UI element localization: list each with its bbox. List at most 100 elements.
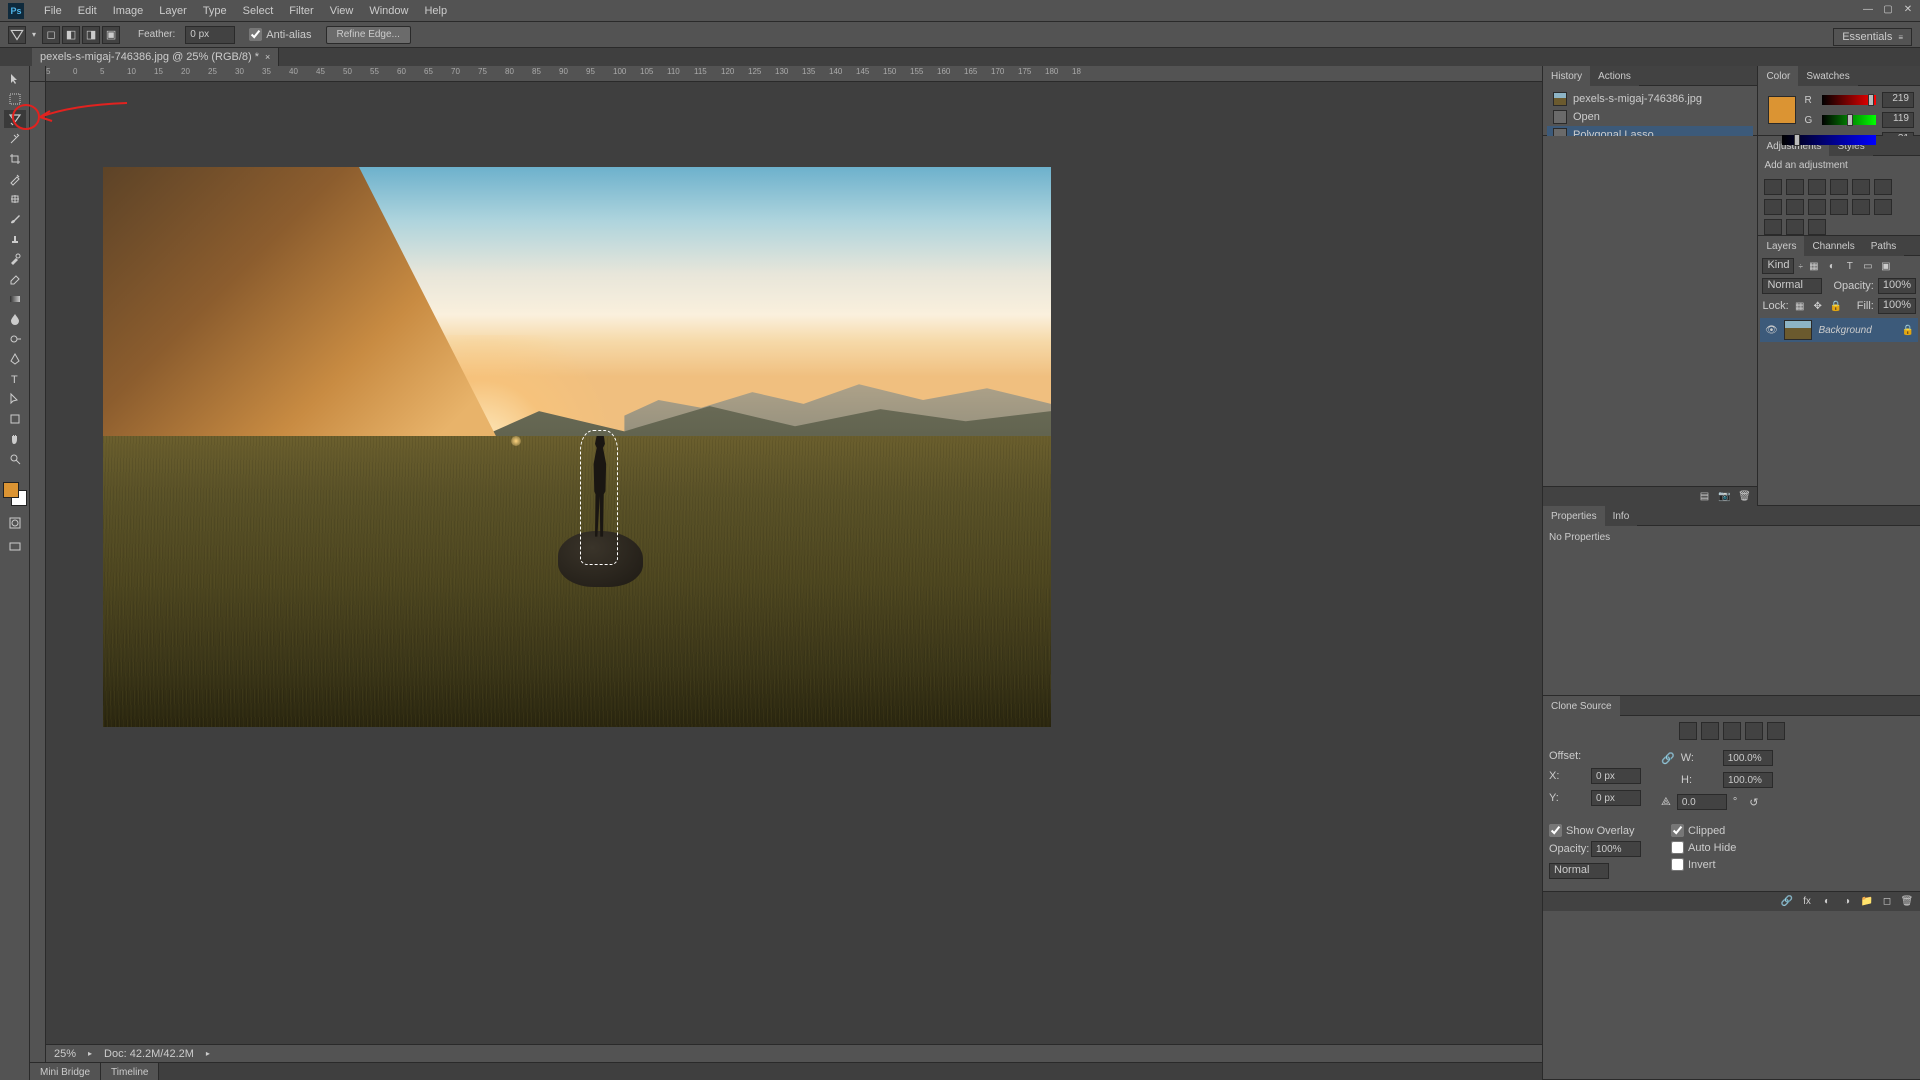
adj-selective-icon[interactable] [1808,219,1826,235]
menu-help[interactable]: Help [416,5,455,17]
ruler-vertical[interactable] [30,82,46,1080]
trash-icon[interactable]: 🗑 [1737,490,1751,504]
invert-checkbox[interactable]: Invert [1671,858,1736,871]
adj-vibrance-icon[interactable] [1852,179,1870,195]
menu-view[interactable]: View [322,5,362,17]
link-wh-icon[interactable]: 🔗 [1661,752,1675,765]
angle-input[interactable] [1677,794,1727,810]
menu-window[interactable]: Window [361,5,416,17]
adj-threshold-icon[interactable] [1764,219,1782,235]
magic-wand-tool[interactable] [4,130,26,148]
offset-x-input[interactable] [1591,768,1641,784]
layer-filter-kind[interactable]: Kind [1762,258,1794,274]
filter-shape-icon[interactable]: ▭ [1861,259,1875,273]
g-slider[interactable] [1822,115,1876,125]
eyedropper-tool[interactable] [4,170,26,188]
tool-preset-icon[interactable] [8,26,26,44]
tab-info[interactable]: Info [1605,506,1638,526]
shape-tool[interactable] [4,410,26,428]
menu-file[interactable]: File [36,5,70,17]
selection-new-icon[interactable]: ◻ [42,26,60,44]
tab-channels[interactable]: Channels [1804,236,1862,256]
zoom-menu-icon[interactable]: ▸ [88,1049,92,1058]
fill-input[interactable]: 100% [1878,298,1916,314]
layer-background[interactable]: 👁 Background 🔒 [1760,318,1918,342]
r-slider[interactable] [1822,95,1876,105]
selection-intersect-icon[interactable]: ▣ [102,26,120,44]
brush-tool[interactable] [4,210,26,228]
adj-exposure-icon[interactable] [1830,179,1848,195]
tab-clone-source[interactable]: Clone Source [1543,696,1620,716]
adj-invert-icon[interactable] [1852,199,1870,215]
zoom-tool[interactable] [4,450,26,468]
lasso-tool[interactable] [4,110,26,128]
doc-info-menu-icon[interactable]: ▸ [206,1049,210,1058]
history-new-doc-icon[interactable]: ▤ [1697,490,1711,504]
selection-subtract-icon[interactable]: ◨ [82,26,100,44]
color-swatches[interactable] [3,482,27,506]
dodge-tool[interactable] [4,330,26,348]
history-snapshot[interactable]: pexels-s-migaj-746386.jpg [1547,90,1753,108]
menu-type[interactable]: Type [195,5,235,17]
workspace-selector[interactable]: Essentials≡ [1833,28,1912,46]
document-image[interactable] [103,167,1051,727]
tab-properties[interactable]: Properties [1543,506,1605,526]
autohide-checkbox[interactable]: Auto Hide [1671,841,1736,854]
tab-swatches[interactable]: Swatches [1798,66,1857,86]
filter-adj-icon[interactable]: ◐ [1825,259,1839,273]
close-icon[interactable]: ✕ [1900,2,1916,16]
fx-icon[interactable]: fx [1800,895,1814,909]
lock-all-icon[interactable]: 🔒 [1829,299,1843,313]
selection-add-icon[interactable]: ◧ [62,26,80,44]
move-tool[interactable] [4,70,26,88]
pen-tool[interactable] [4,350,26,368]
link-layers-icon[interactable]: 🔗 [1780,895,1794,909]
tab-layers[interactable]: Layers [1758,236,1804,256]
lock-pixels-icon[interactable]: ▦ [1793,299,1807,313]
mask-icon[interactable]: ◐ [1820,895,1834,909]
opacity-input[interactable]: 100% [1878,278,1916,294]
cs-opacity-input[interactable] [1591,841,1641,857]
menu-filter[interactable]: Filter [281,5,321,17]
clone-stamp-tool[interactable] [4,230,26,248]
path-selection-tool[interactable] [4,390,26,408]
adj-gradient-map-icon[interactable] [1786,219,1804,235]
delete-layer-icon[interactable]: 🗑 [1900,895,1914,909]
clone-source-3-icon[interactable] [1723,722,1741,740]
adj-bw-icon[interactable] [1764,199,1782,215]
feather-input[interactable] [185,26,235,44]
zoom-level[interactable]: 25% [54,1048,76,1060]
crop-tool[interactable] [4,150,26,168]
tab-history[interactable]: History [1543,66,1590,86]
camera-icon[interactable]: 📷 [1717,490,1731,504]
visibility-icon[interactable]: 👁 [1764,323,1778,337]
clipped-checkbox[interactable]: Clipped [1671,824,1736,837]
tab-paths[interactable]: Paths [1863,236,1905,256]
menu-select[interactable]: Select [235,5,282,17]
layer-thumbnail[interactable] [1784,320,1812,340]
new-group-icon[interactable]: 📁 [1860,895,1874,909]
color-preview[interactable] [1768,96,1796,124]
hand-tool[interactable] [4,430,26,448]
tab-color[interactable]: Color [1758,66,1798,86]
width-input[interactable] [1723,750,1773,766]
healing-brush-tool[interactable] [4,190,26,208]
filter-pixel-icon[interactable]: ▦ [1807,259,1821,273]
g-value[interactable]: 119 [1882,112,1914,128]
canvas-viewport[interactable] [46,82,1542,1058]
history-step-open[interactable]: Open [1547,108,1753,126]
cs-mode-select[interactable]: Normal [1549,863,1609,879]
foreground-color[interactable] [3,482,19,498]
tab-timeline[interactable]: Timeline [101,1063,159,1080]
maximize-icon[interactable]: ▢ [1880,2,1896,16]
adj-curves-icon[interactable] [1808,179,1826,195]
adj-mixer-icon[interactable] [1808,199,1826,215]
clone-source-1-icon[interactable] [1679,722,1697,740]
quick-mask-icon[interactable] [4,514,26,532]
ruler-origin[interactable] [30,66,46,82]
clone-source-4-icon[interactable] [1745,722,1763,740]
screen-mode-icon[interactable] [4,538,26,556]
show-overlay-checkbox[interactable]: Show Overlay [1549,824,1641,837]
height-input[interactable] [1723,772,1773,788]
ruler-horizontal[interactable]: 5051015202530354045505560657075808590951… [46,66,1542,82]
